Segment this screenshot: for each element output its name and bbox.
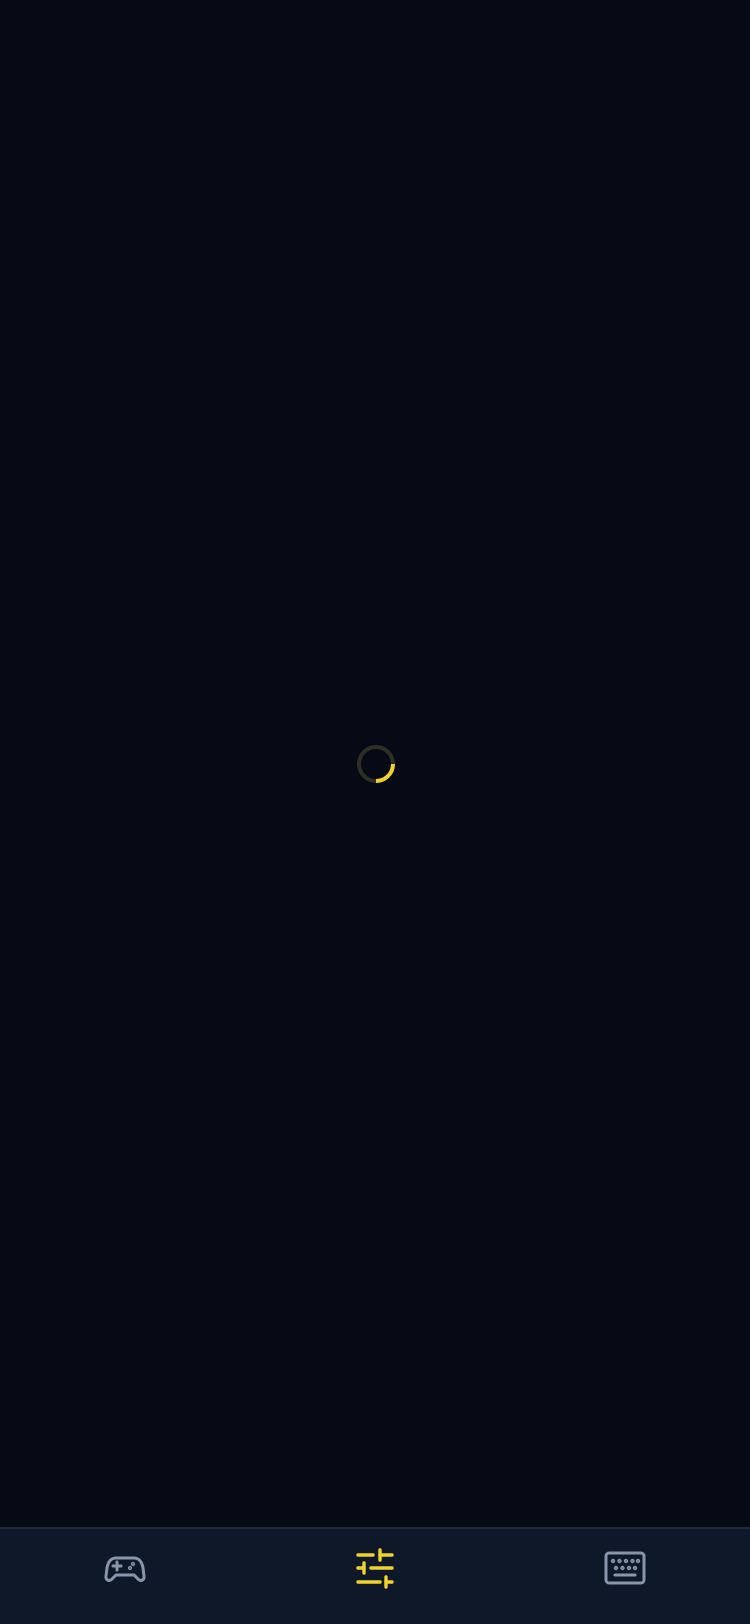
keyboard-icon	[604, 1551, 646, 1585]
nav-item-settings[interactable]	[250, 1529, 500, 1624]
nav-item-keyboard[interactable]	[500, 1529, 750, 1624]
main-content	[0, 0, 750, 1527]
sliders-icon	[356, 1548, 394, 1589]
loading-spinner-icon	[356, 744, 396, 784]
app-screen	[0, 0, 750, 1624]
bottom-navigation-bar	[0, 1527, 750, 1624]
nav-item-gamepad[interactable]	[0, 1529, 250, 1624]
gamepad-icon	[104, 1556, 146, 1582]
